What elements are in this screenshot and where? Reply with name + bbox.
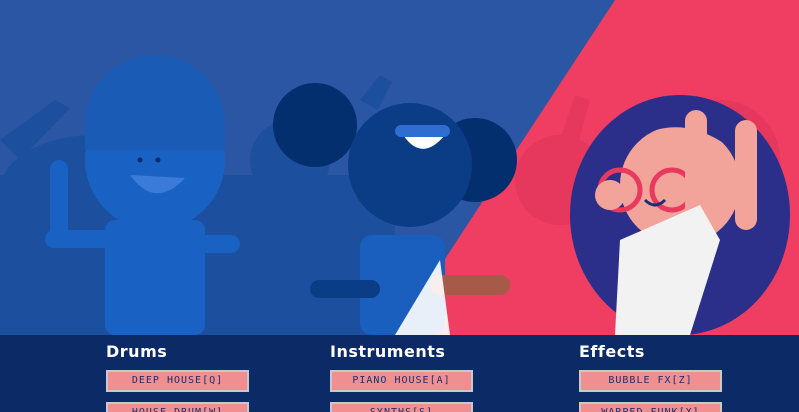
pad-warped-funk[interactable]: WARPED FUNK[X] [579,402,722,412]
pad-bubble-fx[interactable]: BUBBLE FX[Z] [579,370,722,392]
sound-pad-panel: Drums DEEP HOUSE[Q] HOUSE DRUM[W] Instru… [0,335,799,412]
section-title-drums: Drums [106,342,168,361]
dancing-crowd-illustration [0,0,799,335]
hero-illustration [0,0,799,335]
pad-piano-house[interactable]: PIANO HOUSE[A] [330,370,473,392]
section-title-instruments: Instruments [330,342,446,361]
pad-deep-house[interactable]: DEEP HOUSE[Q] [106,370,249,392]
pad-house-drum[interactable]: HOUSE DRUM[W] [106,402,249,412]
right-dancer [570,95,790,335]
section-title-effects: Effects [579,342,645,361]
pad-synths[interactable]: SYNTHS[S] [330,402,473,412]
app-stage: Drums DEEP HOUSE[Q] HOUSE DRUM[W] Instru… [0,0,799,412]
